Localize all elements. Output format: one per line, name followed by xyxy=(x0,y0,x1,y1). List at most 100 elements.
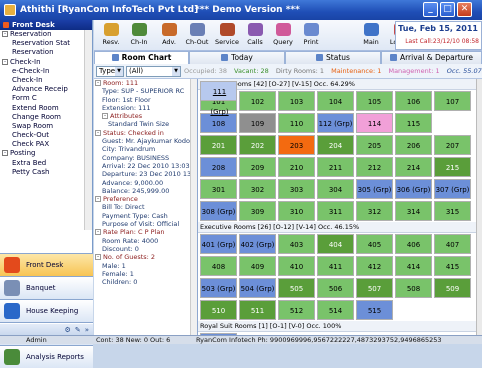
expand-icon[interactable]: - xyxy=(95,129,101,136)
room-cell[interactable]: 214 xyxy=(395,157,432,177)
tab-item[interactable]: Room Chart xyxy=(94,51,189,64)
sidebar-tree-item[interactable]: Extra Bed xyxy=(0,159,92,168)
room-cell[interactable]: 411 xyxy=(317,256,354,276)
room-cell[interactable]: 310 xyxy=(278,201,315,221)
room-cell[interactable]: 311 xyxy=(317,201,354,221)
room-cell[interactable]: 304 xyxy=(317,179,354,199)
tool-button[interactable]: Resv. xyxy=(96,22,126,49)
room-cell[interactable]: 203 xyxy=(278,135,315,155)
tool-button[interactable]: Calls xyxy=(240,22,270,49)
room-cell[interactable]: 403 xyxy=(278,234,315,254)
room-cell[interactable]: 205 xyxy=(356,135,393,155)
sidebar-tree-item[interactable]: Extend Room xyxy=(0,104,92,113)
sidebar-tree-item[interactable]: - Check-In xyxy=(0,58,92,67)
room-cell[interactable]: 506 xyxy=(317,278,354,298)
chevron-right-icon[interactable]: » xyxy=(85,326,89,334)
room-cell[interactable]: 211 xyxy=(317,157,354,177)
tool-button[interactable]: Main xyxy=(356,22,386,49)
detail-item[interactable]: - Rate Plan: C P Plan xyxy=(94,228,197,236)
room-cell[interactable]: 402 (Grp) xyxy=(239,234,276,254)
sidebar-tree-item[interactable]: Check-In xyxy=(0,76,92,85)
room-cell[interactable]: 208 xyxy=(200,157,237,177)
expand-icon[interactable]: - xyxy=(2,31,8,37)
room-cell[interactable]: 112 (Grp) xyxy=(317,113,354,133)
room-cell[interactable]: 107 xyxy=(434,91,471,111)
sidebar-tree-item[interactable]: Reservation Stat xyxy=(0,39,92,48)
room-cell[interactable]: 511 xyxy=(239,300,276,320)
room-cell[interactable]: 110 xyxy=(278,113,315,133)
room-cell[interactable]: 415 xyxy=(434,256,471,276)
room-cell[interactable]: 106 xyxy=(395,91,432,111)
room-cell[interactable]: 409 xyxy=(239,256,276,276)
detail-item[interactable]: - No. of Guests: 2 xyxy=(94,253,197,261)
nav-button[interactable]: Analysis Reports xyxy=(0,345,93,368)
room-cell[interactable]: 206 xyxy=(395,135,432,155)
sidebar-tree-item[interactable]: Form C xyxy=(0,94,92,103)
sidebar-tree-item[interactable]: Reservation xyxy=(0,48,92,57)
room-cell[interactable]: 315 xyxy=(434,201,471,221)
room-chart-scrollbar[interactable] xyxy=(476,79,482,335)
expand-icon[interactable]: - xyxy=(95,196,101,203)
room-cell[interactable]: 307 (Grp) xyxy=(434,179,471,199)
detail-item[interactable]: - Status: Checked in xyxy=(94,129,197,137)
room-cell[interactable]: 303 xyxy=(278,179,315,199)
sidebar-tree-item[interactable]: Check-Out xyxy=(0,131,92,140)
room-cell[interactable]: 405 xyxy=(356,234,393,254)
tab-item[interactable]: Status xyxy=(285,51,381,64)
room-cell[interactable]: 406 xyxy=(395,234,432,254)
room-cell[interactable]: 401 (Grp) xyxy=(200,234,237,254)
room-cell[interactable]: 514 xyxy=(317,300,354,320)
close-button[interactable]: ✕ xyxy=(457,2,472,17)
sidebar-scrollbar[interactable] xyxy=(84,30,92,230)
room-cell[interactable]: 306 (Grp) xyxy=(395,179,432,199)
room-cell[interactable]: 305 (Grp) xyxy=(356,179,393,199)
details-scrollbar[interactable] xyxy=(190,79,197,335)
configure-icon[interactable]: ✎ xyxy=(75,326,81,334)
room-cell[interactable]: 105 xyxy=(356,91,393,111)
expand-icon[interactable]: - xyxy=(95,254,101,261)
tool-button[interactable]: Query xyxy=(268,22,298,49)
room-cell[interactable]: 314 xyxy=(395,201,432,221)
sidebar-tree-item[interactable]: - Posting xyxy=(0,149,92,158)
detail-item[interactable]: - Room: 111 xyxy=(94,79,197,87)
room-cell[interactable]: 209 xyxy=(239,157,276,177)
room-cell[interactable]: 505 xyxy=(278,278,315,298)
room-cell[interactable]: 504 (Grp) xyxy=(239,278,276,298)
room-cell[interactable]: 201 xyxy=(200,135,237,155)
room-cell[interactable]: 215 xyxy=(434,157,471,177)
nav-button[interactable]: Front Desk xyxy=(0,253,93,276)
expand-icon[interactable]: - xyxy=(95,80,101,86)
minimize-button[interactable]: _ xyxy=(423,2,438,17)
expand-icon[interactable]: - xyxy=(2,150,8,157)
detail-item[interactable]: - Attributes xyxy=(94,112,197,120)
room-cell[interactable]: 507 xyxy=(356,278,393,298)
room-cell[interactable]: 115 xyxy=(395,113,432,133)
expand-icon[interactable]: - xyxy=(2,58,8,65)
all-select[interactable]: (All) ▼ xyxy=(126,66,181,77)
room-cell[interactable]: 509 xyxy=(434,278,471,298)
room-cell[interactable]: 404 xyxy=(317,234,354,254)
tool-button[interactable]: Ch-In xyxy=(124,22,154,49)
room-cell[interactable]: 308 (Grp) xyxy=(200,201,237,221)
sidebar-tree-item[interactable]: Petty Cash xyxy=(0,168,92,177)
room-cell[interactable]: 114 xyxy=(356,113,393,133)
sidebar-tree-item[interactable]: - Reservation xyxy=(0,30,92,39)
room-cell[interactable]: 414 xyxy=(395,256,432,276)
room-cell[interactable]: 212 xyxy=(356,157,393,177)
room-cell[interactable]: 503 (Grp) xyxy=(200,278,237,298)
nav-button[interactable]: House Keeping xyxy=(0,299,93,322)
room-cell[interactable]: 312 xyxy=(356,201,393,221)
room-cell[interactable]: 109 xyxy=(239,113,276,133)
room-cell[interactable]: 301 xyxy=(200,179,237,199)
room-cell[interactable]: 412 xyxy=(356,256,393,276)
room-cell[interactable]: 515 xyxy=(356,300,393,320)
room-cell[interactable]: 102 xyxy=(239,91,276,111)
room-cell[interactable]: 512 xyxy=(278,300,315,320)
sidebar-tree-item[interactable]: Check PAX xyxy=(0,140,92,149)
room-cell[interactable]: 204 xyxy=(317,135,354,155)
room-cell[interactable]: 407 xyxy=(434,234,471,254)
expand-icon[interactable]: - xyxy=(102,113,108,120)
room-cell[interactable]: 408 xyxy=(200,256,237,276)
sidebar-tree-item[interactable]: Swap Room xyxy=(0,122,92,131)
sidebar-tree-item[interactable]: Change Room xyxy=(0,113,92,122)
